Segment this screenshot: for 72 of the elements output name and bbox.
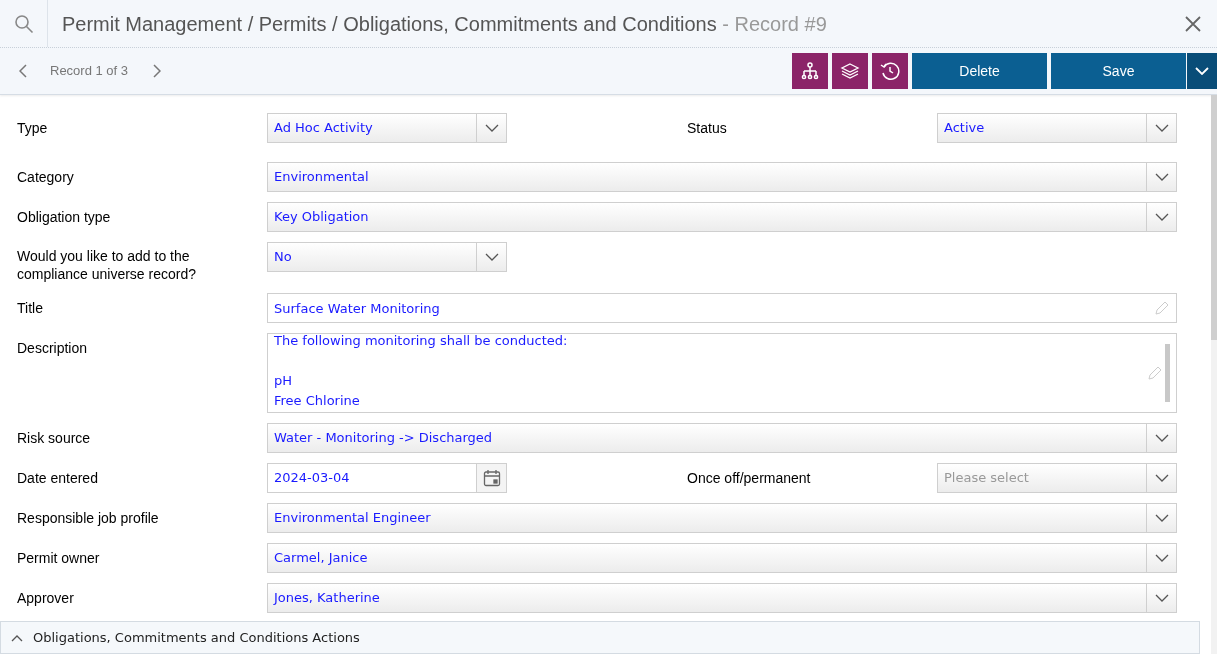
dropdown-field[interactable]: Environmental bbox=[267, 162, 1177, 192]
chevron-down-icon bbox=[1154, 124, 1169, 132]
chevron-down-icon bbox=[1154, 514, 1169, 522]
hierarchy-button[interactable] bbox=[792, 53, 828, 89]
save-button[interactable]: Save bbox=[1051, 53, 1186, 89]
scrollbar-thumb[interactable] bbox=[1211, 95, 1217, 340]
chevron-down-icon bbox=[1154, 594, 1169, 602]
search-icon[interactable] bbox=[13, 13, 34, 34]
close-icon bbox=[1184, 14, 1202, 33]
date-field[interactable]: 2024-03-04 bbox=[267, 463, 507, 493]
dropdown-field[interactable]: Carmel, Janice bbox=[267, 543, 1177, 573]
field-label: Approver bbox=[17, 589, 75, 608]
previous-button[interactable] bbox=[16, 64, 30, 78]
chevron-down-icon bbox=[1154, 554, 1169, 562]
chevron-down-icon bbox=[1154, 474, 1169, 482]
history-icon bbox=[880, 61, 900, 81]
field-value: Jones, Katherine bbox=[274, 589, 380, 608]
field-value: Carmel, Janice bbox=[274, 549, 368, 568]
section-header[interactable]: Obligations, Commitments and Conditions Actions bbox=[0, 621, 1200, 654]
dropdown-field[interactable]: Water - Monitoring -> Discharged bbox=[267, 423, 1177, 453]
save-options-button[interactable] bbox=[1187, 53, 1217, 89]
field-label: Date entered bbox=[17, 469, 99, 488]
field-placeholder: Please select bbox=[944, 469, 1029, 488]
field-label: Obligation type bbox=[17, 208, 112, 227]
text-field[interactable]: Surface Water Monitoring bbox=[267, 293, 1177, 323]
field-value: Active bbox=[944, 119, 985, 138]
chevron-up-icon bbox=[11, 633, 23, 642]
record-counter: Record 1 of 3 bbox=[50, 62, 129, 81]
history-button[interactable] bbox=[872, 53, 908, 89]
field-label: Status bbox=[687, 119, 728, 138]
chevron-down-icon bbox=[484, 124, 499, 132]
field-label: Once off/permanent bbox=[687, 469, 812, 488]
field-value: The following monitoring shall be conducted: pH Free Chlorine bbox=[274, 332, 569, 410]
chevron-down-icon bbox=[484, 253, 499, 261]
scrollbar-thumb[interactable] bbox=[1165, 344, 1170, 402]
calendar-icon bbox=[482, 469, 501, 487]
dropdown-field[interactable]: Jones, Katherine bbox=[267, 583, 1177, 613]
pencil-icon bbox=[1147, 365, 1163, 381]
field-label: Category bbox=[17, 168, 75, 187]
field-value: No bbox=[274, 248, 292, 267]
field-label: Risk source bbox=[17, 429, 92, 448]
chevron-down-icon bbox=[1154, 213, 1169, 221]
hierarchy-icon bbox=[801, 62, 819, 80]
field-value: Environmental Engineer bbox=[274, 509, 431, 528]
page-title: Permit Management / Permits / Obligations, Commitments and Conditions bbox=[62, 11, 717, 37]
field-value: Environmental bbox=[274, 168, 369, 187]
field-label: Permit owner bbox=[17, 549, 101, 568]
pencil-icon bbox=[1154, 300, 1170, 316]
field-value: Ad Hoc Activity bbox=[274, 119, 373, 138]
delete-button[interactable]: Delete bbox=[912, 53, 1047, 89]
field-value: Key Obligation bbox=[274, 208, 369, 227]
layers-button[interactable] bbox=[832, 53, 868, 89]
field-value: Water - Monitoring -> Discharged bbox=[274, 429, 493, 448]
field-value: 2024-03-04 bbox=[274, 469, 350, 488]
field-label: Type bbox=[17, 119, 49, 138]
chevron-down-icon bbox=[1154, 434, 1169, 442]
layers-icon bbox=[840, 62, 860, 80]
section-title: Obligations, Commitments and Conditions Actions bbox=[33, 628, 360, 647]
field-label: Description bbox=[17, 339, 89, 358]
dropdown-field[interactable]: Ad Hoc Activity bbox=[267, 113, 507, 143]
field-label: Would you like to add to the compliance universe record? bbox=[17, 247, 197, 283]
textarea-field[interactable]: The following monitoring shall be conducted: pH Free Chlorine bbox=[267, 333, 1177, 413]
dropdown-field[interactable]: Environmental Engineer bbox=[267, 503, 1177, 533]
field-label: Title bbox=[17, 299, 44, 318]
chevron-down-icon bbox=[1154, 173, 1169, 181]
chevron-down-icon bbox=[1195, 67, 1209, 75]
record-number: - Record #9 bbox=[721, 11, 827, 37]
dropdown-field[interactable]: Active bbox=[937, 113, 1177, 143]
field-value: Surface Water Monitoring bbox=[274, 301, 440, 316]
dropdown-field[interactable]: No bbox=[267, 242, 507, 272]
dropdown-field[interactable]: Key Obligation bbox=[267, 202, 1177, 232]
field-label: Responsible job profile bbox=[17, 509, 160, 528]
